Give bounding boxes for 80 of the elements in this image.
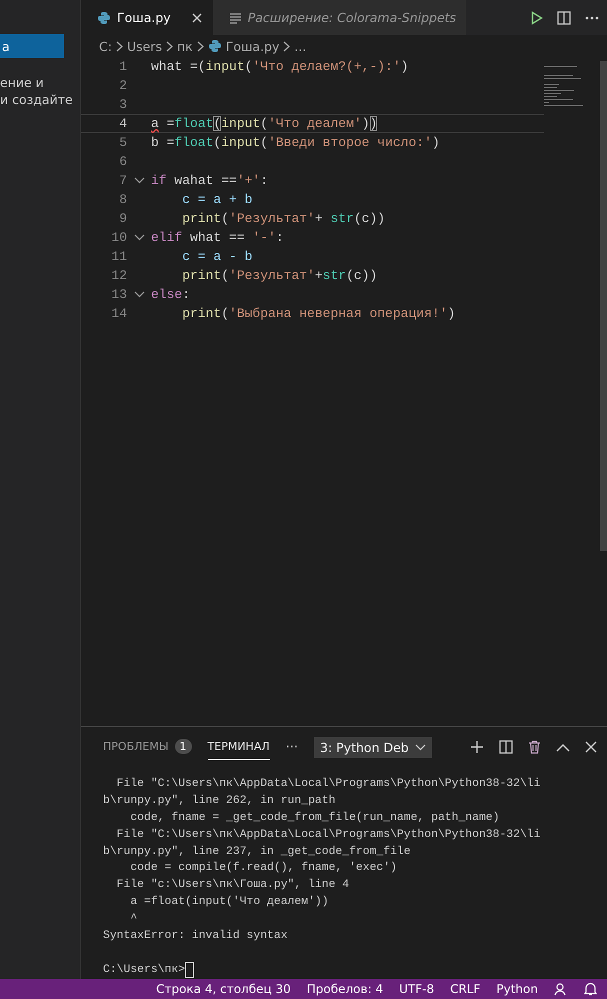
code-line: a =float(input('Что деалем')) — [151, 115, 378, 132]
sidebar-text: и создайте — [0, 91, 74, 108]
text-cursor — [185, 962, 194, 978]
terminal-line: File "C:\Users\пк\AppData\Local\Programs\Python\Python38-32\li — [116, 828, 542, 843]
line-number: 8 — [118, 192, 127, 207]
feedback-icon[interactable] — [554, 982, 568, 996]
code-line: elif what == '-': — [151, 229, 284, 246]
line-number: 10 — [110, 230, 127, 245]
code-line: what =(input('Что делаем?(+,-):') — [151, 58, 408, 75]
line-number: 6 — [118, 154, 127, 169]
line-number: 3 — [118, 97, 127, 112]
terminal-line: File "C:\Users\пк\AppData\Local\Programs\Python\Python38-32\li — [116, 776, 542, 792]
chevron-right-icon — [116, 40, 123, 52]
chevron-right-icon — [196, 40, 204, 52]
status-item[interactable]: Строка 4, столбец 30 — [156, 982, 291, 996]
code-line: print('Результат'+str(c)) — [181, 267, 378, 284]
panel-tab[interactable]: ТЕРМИНАЛ — [208, 734, 270, 760]
terminal-line: code, fname = _get_code_from_file(run_name, path_name) — [129, 810, 500, 826]
split-editor-icon[interactable] — [557, 10, 571, 24]
line-number: 11 — [110, 249, 127, 264]
code-line: b =float(input('Введи второе число:') — [151, 134, 440, 151]
editor-tab[interactable]: Расширение: Colorama-Snippets — [212, 0, 466, 35]
status-item[interactable]: CRLF — [450, 982, 480, 996]
panel-tab[interactable]: ПРОБЛЕМЫ 1 — [103, 733, 192, 761]
line-number: 7 — [118, 173, 127, 188]
terminal-line: SyntaxError: invalid syntax — [103, 928, 289, 944]
fold-chevron-icon[interactable] — [134, 291, 144, 298]
document-icon — [228, 12, 242, 24]
chevron-up-icon[interactable] — [556, 742, 570, 752]
code-line: print('Выбрана неверная операция!') — [181, 305, 456, 322]
code-line: print('Результат'+ str(c)) — [181, 210, 386, 227]
line-number: 1 — [118, 59, 127, 74]
breadcrumb-item[interactable]: Users — [126, 38, 162, 54]
breadcrumb-item[interactable]: ... — [294, 38, 306, 54]
count-badge: 1 — [174, 739, 192, 754]
terminal-line: code = compile(f.read(), fname, 'exec') — [129, 860, 398, 876]
scrollbar[interactable] — [600, 61, 607, 551]
chevron-right-icon — [166, 40, 173, 52]
code-line: c = a - b — [181, 248, 252, 265]
run-icon[interactable] — [531, 10, 543, 24]
code-line: if wahat =='+': — [151, 172, 268, 189]
code-line: c = a + b — [181, 191, 252, 208]
editor-tab[interactable]: Гоша.py — [81, 0, 213, 35]
bell-icon[interactable] — [584, 982, 597, 996]
python-file-icon — [97, 10, 111, 24]
chevron-down-icon — [414, 744, 426, 750]
sidebar-item[interactable]: а — [0, 34, 64, 58]
python-file-icon — [208, 39, 222, 53]
status-item[interactable]: UTF-8 — [399, 982, 434, 996]
line-number: 12 — [110, 268, 127, 283]
terminal-line: a =float(input('Что деалем')) — [129, 894, 330, 910]
trash-icon[interactable] — [528, 740, 541, 754]
more-button[interactable]: ··· — [286, 740, 298, 754]
terminal-select[interactable]: 3: Python Deb — [314, 736, 432, 758]
fold-chevron-icon[interactable] — [134, 177, 144, 184]
sidebar-text: ение и — [0, 74, 45, 91]
line-number: 2 — [118, 78, 127, 93]
terminal-line: b\runpy.py", line 237, in _get_code_from_file — [103, 844, 412, 860]
status-item[interactable]: Python — [496, 982, 538, 996]
line-number: 13 — [110, 287, 127, 302]
terminal-line: ^ — [129, 912, 138, 928]
breadcrumb-item[interactable]: C: — [99, 38, 112, 54]
chevron-right-icon — [283, 40, 290, 52]
terminal-prompt: C:\Users\пк> — [103, 962, 186, 978]
breadcrumb-item[interactable]: Гоша.py — [226, 38, 280, 54]
code-line: else: — [151, 286, 190, 303]
fold-chevron-icon[interactable] — [134, 234, 144, 241]
terminal-line: b\runpy.py", line 262, in run_path — [103, 794, 336, 809]
line-number: 4 — [118, 116, 127, 131]
terminal-line: File "c:\Users\пк\Гоша.py", line 4 — [116, 878, 350, 894]
line-number: 14 — [110, 306, 127, 321]
status-item[interactable]: Пробелов: 4 — [306, 982, 384, 996]
plus-icon[interactable] — [470, 740, 484, 754]
close-icon[interactable] — [585, 741, 597, 753]
close-icon[interactable] — [190, 12, 203, 24]
line-number: 9 — [118, 211, 127, 226]
breadcrumb-item[interactable]: пк — [176, 38, 193, 54]
split-terminal-icon[interactable] — [499, 740, 513, 754]
more-icon[interactable] — [585, 16, 599, 20]
line-number: 5 — [118, 135, 127, 150]
